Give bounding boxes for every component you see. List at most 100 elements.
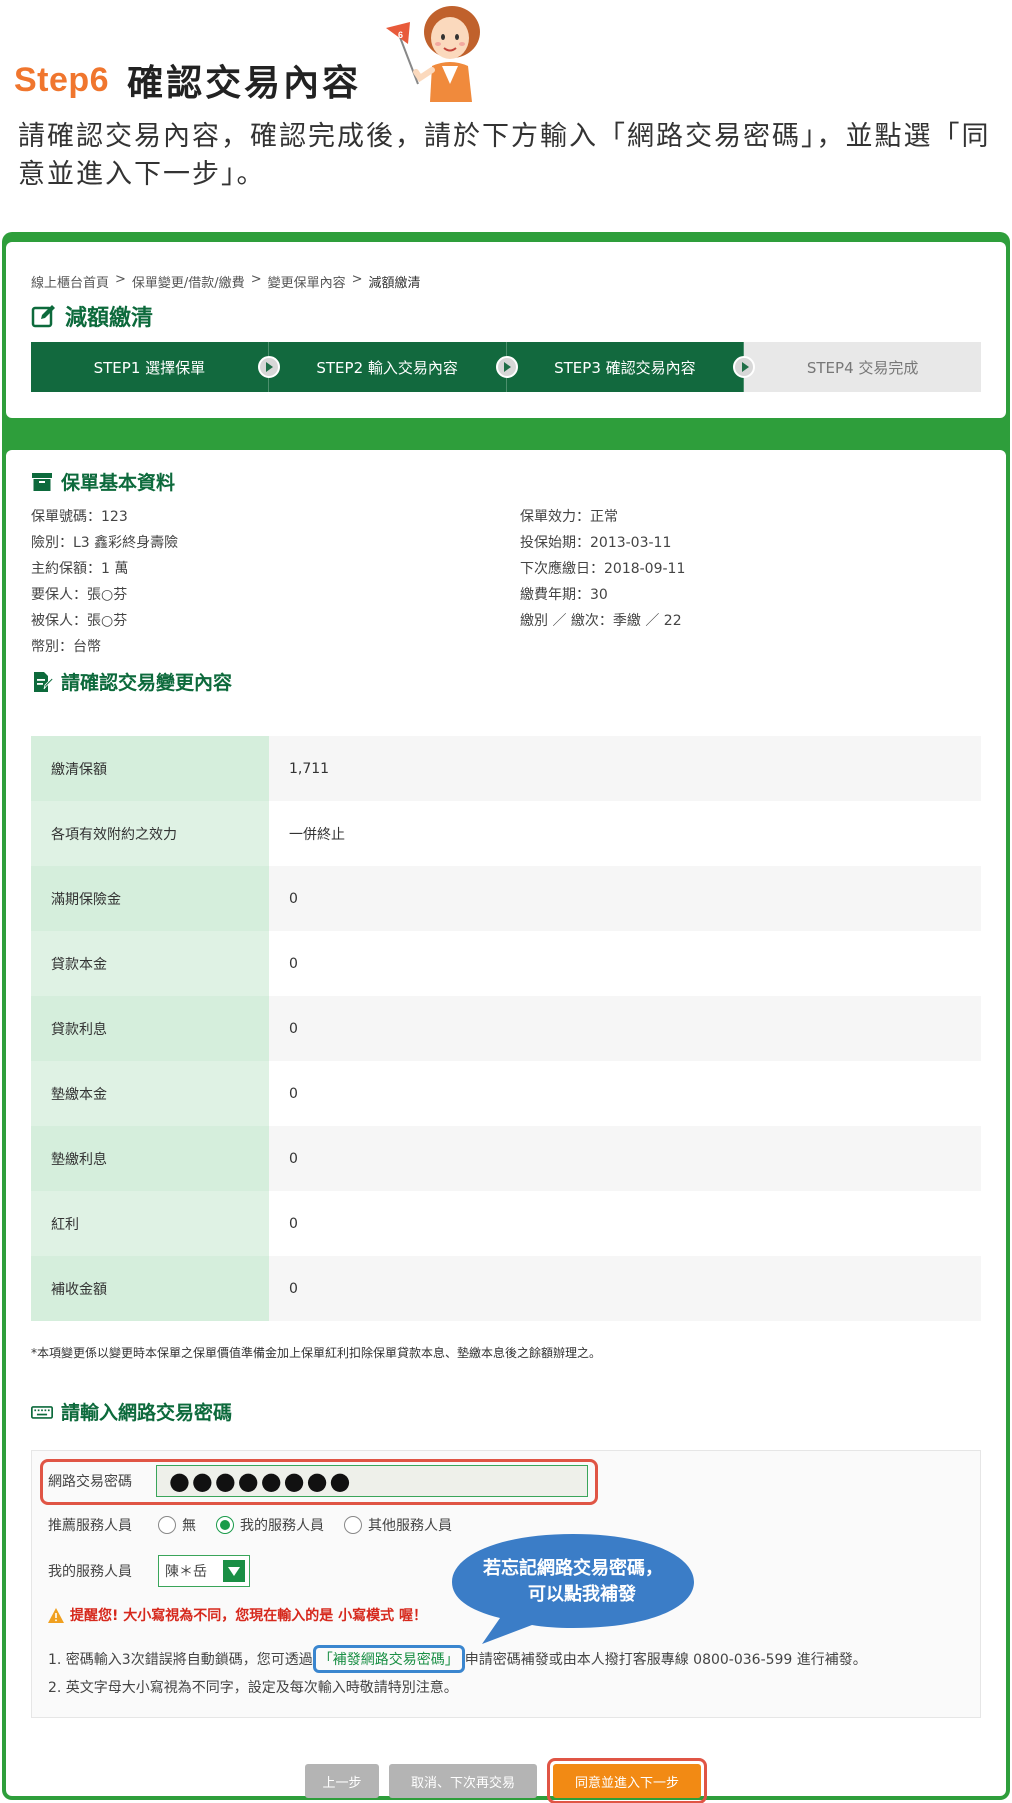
radio-other-agent[interactable]: 其他服務人員 <box>344 1515 452 1535</box>
row-value: 0 <box>289 1215 298 1232</box>
password-row: 網路交易密碼 ●●●●●●●● <box>48 1465 588 1497</box>
policy-status: 保單效力：正常 <box>520 509 618 525</box>
step-3-label: STEP3 確認交易內容 <box>554 358 696 377</box>
step-heading: Step6 確認交易內容 <box>14 55 361 105</box>
table-row: 貸款本金 0 <box>31 931 981 996</box>
page-title-text: 減額繳清 <box>65 306 154 331</box>
basic-info-left: 保單號碼：123 險別：L3 鑫彩終身壽險 主約保額：1 萬 要保人：張○芬 被… <box>31 504 178 660</box>
breadcrumb-separator: > <box>250 272 262 287</box>
change-table: 繳清保額 1,711 各項有效附約之效力 一併終止 滿期保險金 0 貸款本金 0… <box>31 736 981 1321</box>
next-due-date: 下次應繳日：2018-09-11 <box>520 561 686 577</box>
policy-holder: 要保人：張○芬 <box>31 587 128 603</box>
row-label: 墊繳利息 <box>31 1126 269 1191</box>
basic-info-title: 保單基本資料 <box>31 468 175 495</box>
row-label: 繳清保額 <box>31 736 269 801</box>
agent-select[interactable]: 陳＊岳 <box>158 1555 250 1587</box>
password-section-title: 請輸入網路交易密碼 <box>31 1398 232 1425</box>
row-label: 補收金額 <box>31 1256 269 1321</box>
warning-icon <box>48 1607 64 1623</box>
hint-2: 2. 英文字母大小寫視為不同字，設定及每次輸入時敬請特別注意。 <box>48 1680 458 1696</box>
breadcrumb-separator: > <box>351 272 363 287</box>
password-input[interactable]: ●●●●●●●● <box>155 1465 588 1497</box>
chevron-down-icon[interactable] <box>223 1560 245 1582</box>
flag-number: 6 <box>398 30 403 40</box>
step-arrow-icon <box>495 356 518 378</box>
radio-none[interactable]: 無 <box>158 1515 196 1535</box>
row-label: 各項有效附約之效力 <box>31 801 269 866</box>
step-title: 確認交易內容 <box>127 63 362 104</box>
radio-my-agent-label: 我的服務人員 <box>240 1518 324 1534</box>
row-value: 0 <box>289 1085 298 1102</box>
currency: 幣別：台幣 <box>31 639 101 655</box>
table-row: 滿期保險金 0 <box>31 866 981 931</box>
breadcrumb-policy-change[interactable]: 保單變更/借款/繳費 <box>132 272 245 291</box>
basic-info-title-text: 保單基本資料 <box>61 472 176 494</box>
start-date: 投保始期：2013-03-11 <box>520 535 672 551</box>
reissue-password-link[interactable]: 「補發網路交易密碼」 <box>312 1645 465 1673</box>
table-row: 補收金額 0 <box>31 1256 981 1321</box>
prev-button[interactable]: 上一步 <box>305 1764 379 1798</box>
my-agent-row: 我的服務人員 陳＊岳 <box>48 1555 250 1587</box>
archive-box-icon <box>32 472 52 491</box>
table-row: 繳清保額 1,711 <box>31 736 981 801</box>
bubble-line-1: 若忘記網路交易密碼， <box>482 1557 663 1579</box>
intro-text: 請確認交易內容，確認完成後，請於下方輸入「網路交易密碼」，並點選「同意並進入下一… <box>18 121 991 190</box>
table-row: 貸款利息 0 <box>31 996 981 1061</box>
step-2-label: STEP2 輸入交易內容 <box>316 358 458 377</box>
radio-circle-selected[interactable] <box>216 1516 234 1534</box>
hint-row-1: 1. 密碼輸入3次錯誤將自動鎖碼，您可透過 「補發網路交易密碼」 申請密碼補發或… <box>48 1645 867 1673</box>
row-value: 一併終止 <box>289 826 345 843</box>
warning-row: 提醒您! 大小寫視為不同，您現在輸入的是 小寫模式 喔！ <box>48 1605 427 1625</box>
prev-button-wrap: 上一步 <box>305 1758 379 1803</box>
password-label: 網路交易密碼 <box>48 1474 132 1490</box>
row-label: 滿期保險金 <box>31 866 269 931</box>
change-note: *本項變更係以變更時本保單之保單價值準備金加上保單紅利扣除保單貸款本息、墊繳本息… <box>31 1346 602 1360</box>
reissue-hint-bubble: 若忘記網路交易密碼， 可以點我補發 <box>452 1534 694 1644</box>
row-value: 0 <box>269 1256 981 1321</box>
main-coverage: 主約保額：1 萬 <box>31 561 129 577</box>
radio-my-agent[interactable]: 我的服務人員 <box>216 1515 324 1535</box>
policy-number: 保單號碼：123 <box>31 509 128 525</box>
row-value: 0 <box>269 996 981 1061</box>
keyboard-icon <box>31 1405 53 1419</box>
radio-circle[interactable] <box>158 1516 176 1534</box>
cancel-button[interactable]: 取消、下次再交易 <box>389 1764 537 1798</box>
row-value: 0 <box>269 866 981 931</box>
bubble-line-2: 可以點我補發 <box>528 1583 637 1605</box>
table-row: 墊繳本金 0 <box>31 1061 981 1126</box>
step-4: STEP4 交易完成 <box>744 342 981 392</box>
breadcrumb-home[interactable]: 線上櫃台首頁 <box>31 272 109 291</box>
radio-circle[interactable] <box>344 1516 362 1534</box>
warning-text: 提醒您! 大小寫視為不同，您現在輸入的是 小寫模式 喔！ <box>70 1608 428 1624</box>
step-3: STEP3 確認交易內容 <box>506 342 756 392</box>
breadcrumb-change-content[interactable]: 變更保單內容 <box>268 272 346 291</box>
referral-row: 推薦服務人員 無 我的服務人員 其他服務人員 <box>48 1515 472 1535</box>
step-1: STEP1 選擇保單 <box>31 342 280 392</box>
agree-next-button[interactable]: 同意並進入下一步 <box>553 1764 701 1798</box>
cancel-button-wrap: 取消、下次再交易 <box>389 1758 537 1803</box>
page-title: 減額繳清 <box>31 300 153 332</box>
my-agent-label: 我的服務人員 <box>48 1564 132 1580</box>
row-label: 貸款利息 <box>31 996 269 1061</box>
radio-none-label: 無 <box>182 1518 196 1534</box>
step-number: Step6 <box>14 60 110 99</box>
payment-years: 繳費年期：30 <box>520 587 608 603</box>
referral-label: 推薦服務人員 <box>48 1518 132 1534</box>
breadcrumb-separator: > <box>115 272 126 287</box>
step-arrow-icon <box>257 356 280 378</box>
table-row: 各項有效附約之效力 一併終止 <box>31 801 981 866</box>
hint-1-suffix: 申請密碼補發或由本人撥打客服專線 0800-036-599 進行補發。 <box>464 1652 867 1668</box>
mascot-illustration: 6 <box>386 6 480 102</box>
table-row: 墊繳利息 0 <box>31 1126 981 1191</box>
edit-icon <box>31 305 55 328</box>
progress-steps: STEP1 選擇保單 STEP2 輸入交易內容 STEP3 確認交易內容 STE… <box>31 342 981 392</box>
password-section-title-text: 請輸入網路交易密碼 <box>61 1402 233 1424</box>
next-button-highlight: 同意並進入下一步 <box>547 1758 707 1803</box>
radio-other-agent-label: 其他服務人員 <box>368 1518 452 1534</box>
caps-warning: 提醒您! 大小寫視為不同，您現在輸入的是 小寫模式 喔！ <box>48 1605 427 1625</box>
step-2: STEP2 輸入交易內容 <box>268 342 518 392</box>
row-label: 紅利 <box>31 1191 269 1256</box>
row-value: 0 <box>269 1126 981 1191</box>
breadcrumb-current: 減額繳清 <box>368 276 421 291</box>
action-buttons: 上一步 取消、下次再交易 同意並進入下一步 <box>6 1758 1006 1803</box>
